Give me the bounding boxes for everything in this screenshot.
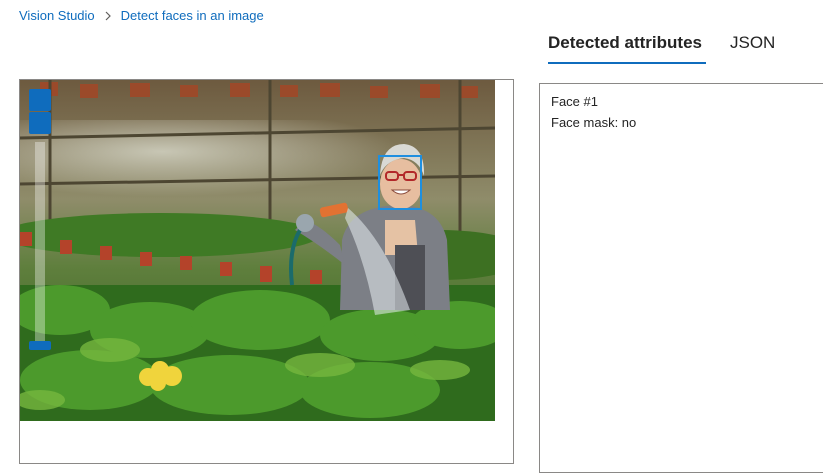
breadcrumb-vision-studio-link[interactable]: Vision Studio xyxy=(19,8,95,23)
breadcrumb-current-page-link[interactable]: Detect faces in an image xyxy=(121,8,264,23)
breadcrumb: Vision Studio Detect faces in an image xyxy=(19,8,264,23)
tab-detected-attributes[interactable]: Detected attributes xyxy=(548,33,706,64)
face-number-label: Face #1 xyxy=(551,94,598,109)
chevron-right-icon xyxy=(104,11,112,21)
zoom-slider-track[interactable] xyxy=(35,142,45,342)
result-tabs: Detected attributes JSON xyxy=(548,33,775,64)
detected-attributes-panel: Face #1 Face mask: no xyxy=(539,83,823,473)
zoom-slider-thumb[interactable] xyxy=(29,341,51,350)
face-mask-attribute: Face mask: no xyxy=(551,115,637,130)
tab-json[interactable]: JSON xyxy=(730,33,775,61)
zoom-in-button[interactable] xyxy=(29,89,51,111)
analyzed-photo xyxy=(20,80,495,421)
zoom-out-button[interactable] xyxy=(29,112,51,134)
image-viewer xyxy=(19,79,514,464)
